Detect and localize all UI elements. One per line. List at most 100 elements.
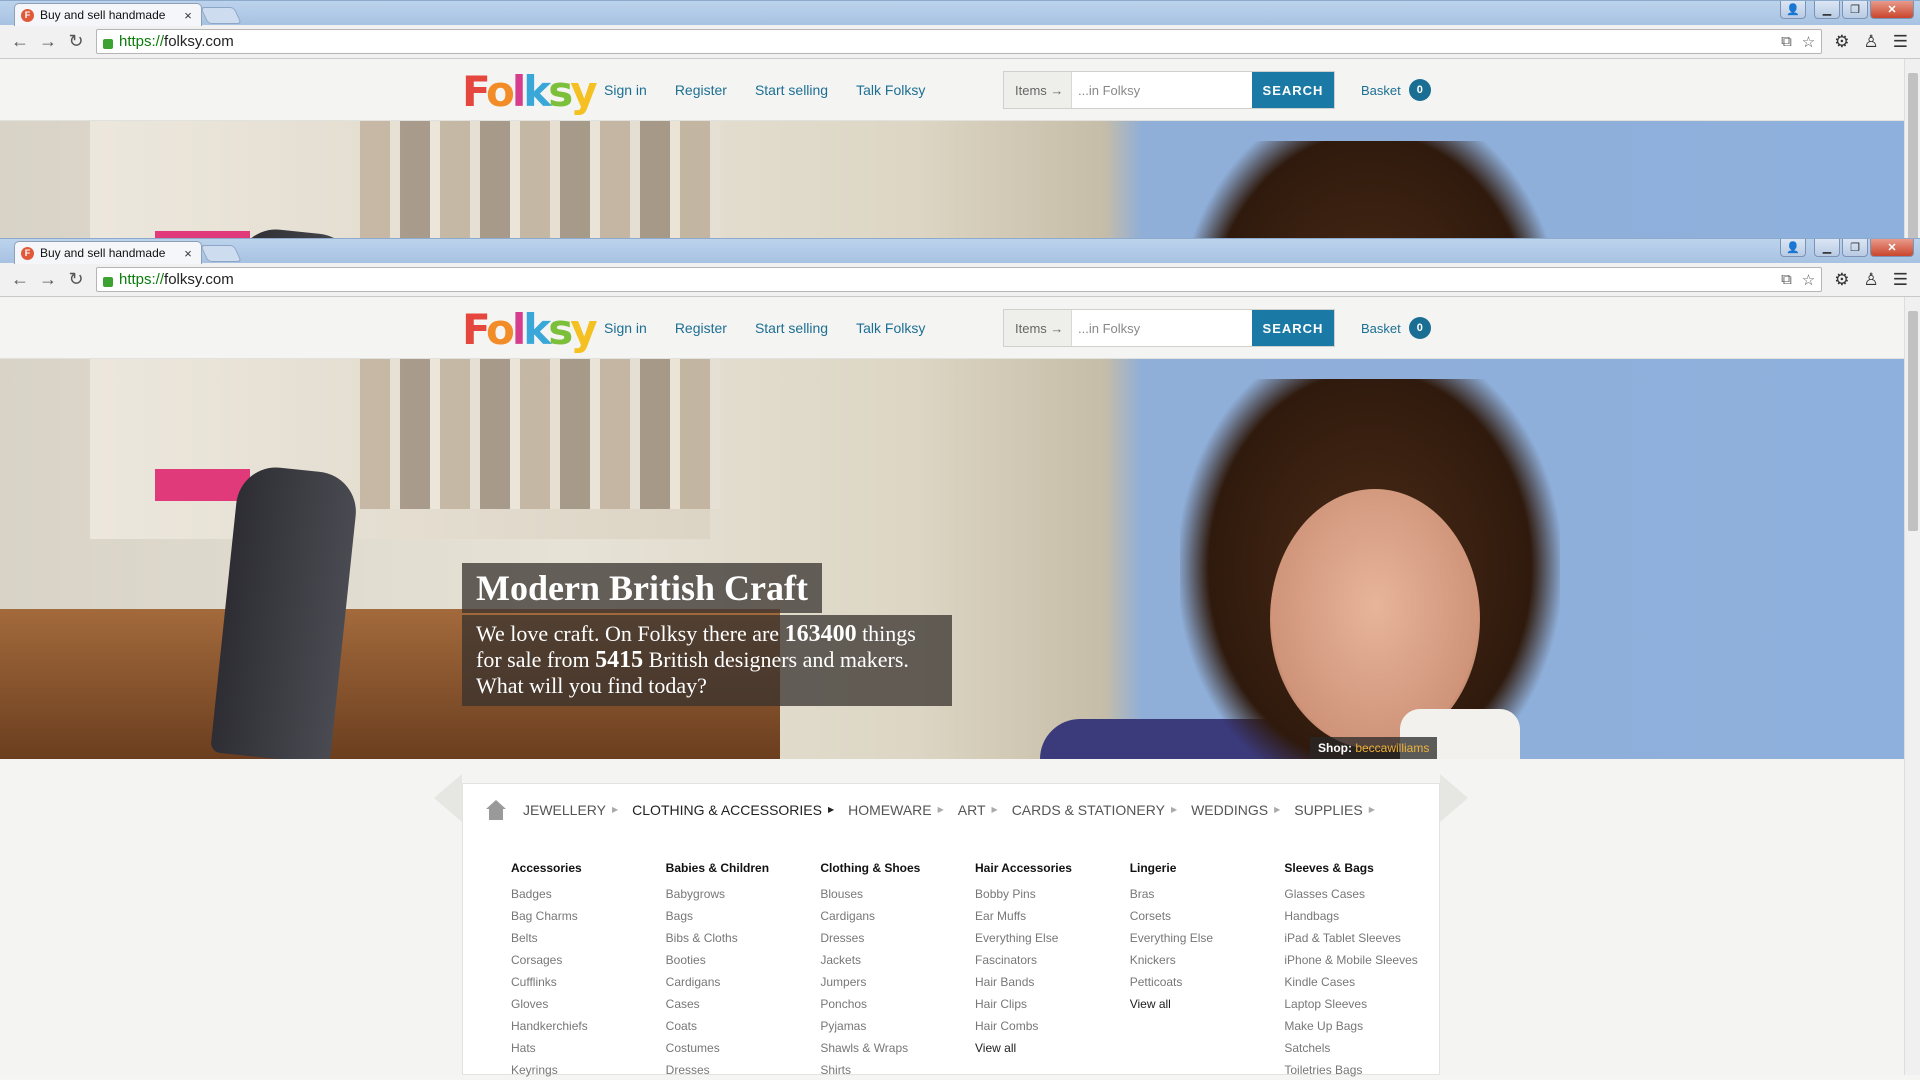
menu-link[interactable]: Cufflinks: [511, 971, 666, 993]
menu-link[interactable]: Kindle Cases: [1284, 971, 1439, 993]
menu-link[interactable]: Bibs & Cloths: [666, 927, 821, 949]
carousel-next-arrow[interactable]: [1440, 774, 1468, 822]
menu-link[interactable]: Handkerchiefs: [511, 1015, 666, 1037]
menu-link[interactable]: Jackets: [820, 949, 975, 971]
category-art[interactable]: ART ▶: [958, 802, 998, 818]
basket-link[interactable]: Basket 0: [1361, 317, 1431, 339]
extension-icon[interactable]: ♙: [1864, 32, 1879, 52]
new-tab-button[interactable]: [200, 7, 242, 24]
search-input[interactable]: ...in Folksy: [1072, 310, 1252, 346]
page-scrollbar[interactable]: [1904, 59, 1920, 238]
menu-link[interactable]: Pyjamas: [820, 1015, 975, 1037]
address-bar[interactable]: https://folksy.com ⧉ ☆: [96, 29, 1823, 54]
category-jewellery[interactable]: JEWELLERY ▶: [523, 802, 618, 818]
category-cards-stationery[interactable]: CARDS & STATIONERY ▶: [1012, 802, 1177, 818]
folksy-logo[interactable]: Folksy: [462, 71, 598, 113]
bookmark-star-icon[interactable]: ☆: [1802, 33, 1815, 51]
menu-link[interactable]: Keyrings: [511, 1059, 666, 1080]
tab-close-icon[interactable]: ×: [181, 8, 195, 23]
sign-in-link[interactable]: Sign in: [604, 320, 647, 336]
back-icon[interactable]: ←: [6, 31, 34, 52]
menu-heading[interactable]: Babies & Children: [666, 861, 821, 875]
menu-link[interactable]: iPhone & Mobile Sleeves: [1284, 952, 1439, 968]
extension-icon[interactable]: ♙: [1864, 270, 1879, 290]
menu-link[interactable]: Cardigans: [820, 905, 975, 927]
menu-link[interactable]: Bag Charms: [511, 905, 666, 927]
category-clothing-accessories[interactable]: CLOTHING & ACCESSORIES ▶: [632, 802, 834, 818]
tab-close-icon[interactable]: ×: [181, 246, 195, 261]
menu-heading[interactable]: Accessories: [511, 861, 666, 875]
new-tab-button[interactable]: [200, 245, 242, 262]
talk-folksy-link[interactable]: Talk Folksy: [856, 320, 925, 336]
menu-link[interactable]: Make Up Bags: [1284, 1015, 1439, 1037]
view-all-link[interactable]: View all: [1130, 993, 1285, 1015]
menu-link[interactable]: Costumes: [666, 1037, 821, 1059]
search-button[interactable]: SEARCH: [1252, 72, 1334, 108]
extension-gear-icon[interactable]: ⚙: [1834, 32, 1849, 52]
menu-link[interactable]: Bras: [1130, 883, 1285, 905]
menu-link[interactable]: Toiletries Bags: [1284, 1059, 1439, 1080]
menu-link[interactable]: Blouses: [820, 883, 975, 905]
translate-icon[interactable]: ⧉: [1781, 33, 1792, 51]
minimize-button[interactable]: ▁: [1814, 1, 1840, 19]
view-all-link[interactable]: View all: [975, 1037, 1130, 1059]
back-icon[interactable]: ←: [6, 269, 34, 290]
menu-link[interactable]: Gloves: [511, 993, 666, 1015]
reload-icon[interactable]: ↻: [62, 31, 90, 52]
start-selling-link[interactable]: Start selling: [755, 320, 828, 336]
menu-link[interactable]: Cardigans: [666, 971, 821, 993]
search-scope-select[interactable]: Items →: [1004, 72, 1072, 108]
menu-link[interactable]: Shawls & Wraps: [820, 1037, 975, 1059]
basket-link[interactable]: Basket 0: [1361, 79, 1431, 101]
minimize-button[interactable]: ▁: [1814, 239, 1840, 257]
maximize-button[interactable]: ❐: [1842, 239, 1868, 257]
menu-link[interactable]: Dresses: [666, 1059, 821, 1080]
menu-link[interactable]: Handbags: [1284, 905, 1439, 927]
start-selling-link[interactable]: Start selling: [755, 82, 828, 98]
menu-link[interactable]: Hair Clips: [975, 993, 1130, 1015]
menu-link[interactable]: Fascinators: [975, 949, 1130, 971]
register-link[interactable]: Register: [675, 82, 727, 98]
search-scope-select[interactable]: Items →: [1004, 310, 1072, 346]
carousel-prev-arrow[interactable]: [434, 774, 462, 822]
menu-icon[interactable]: ☰: [1893, 32, 1908, 52]
menu-link[interactable]: Dresses: [820, 927, 975, 949]
menu-link[interactable]: iPad & Tablet Sleeves: [1284, 927, 1439, 949]
forward-icon[interactable]: →: [34, 269, 62, 290]
menu-link[interactable]: Ponchos: [820, 993, 975, 1015]
menu-link[interactable]: Bobby Pins: [975, 883, 1130, 905]
menu-heading[interactable]: Lingerie: [1130, 861, 1285, 875]
register-link[interactable]: Register: [675, 320, 727, 336]
category-homeware[interactable]: HOMEWARE ▶: [848, 802, 944, 818]
menu-link[interactable]: Babygrows: [666, 883, 821, 905]
menu-link[interactable]: Hair Bands: [975, 971, 1130, 993]
menu-link[interactable]: Hair Combs: [975, 1015, 1130, 1037]
bookmark-star-icon[interactable]: ☆: [1802, 271, 1815, 289]
menu-link[interactable]: Booties: [666, 949, 821, 971]
menu-link[interactable]: Belts: [511, 927, 666, 949]
address-bar[interactable]: https://folksy.com ⧉ ☆: [96, 267, 1823, 292]
home-icon[interactable]: [485, 799, 507, 820]
menu-link[interactable]: Jumpers: [820, 971, 975, 993]
menu-link[interactable]: Coats: [666, 1015, 821, 1037]
sign-in-link[interactable]: Sign in: [604, 82, 647, 98]
browser-tab[interactable]: F Buy and sell handmade ×: [14, 241, 202, 264]
menu-heading[interactable]: Clothing & Shoes: [820, 861, 975, 875]
page-scrollbar[interactable]: [1904, 297, 1920, 1075]
folksy-logo[interactable]: Folksy: [462, 309, 598, 351]
forward-icon[interactable]: →: [34, 31, 62, 52]
menu-link[interactable]: Glasses Cases: [1284, 883, 1439, 905]
menu-heading[interactable]: Sleeves & Bags: [1284, 861, 1439, 875]
menu-link[interactable]: Satchels: [1284, 1037, 1439, 1059]
menu-link[interactable]: Ear Muffs: [975, 905, 1130, 927]
shop-credit-link[interactable]: beccawilliams: [1355, 741, 1429, 755]
search-input[interactable]: ...in Folksy: [1072, 72, 1252, 108]
menu-link[interactable]: Badges: [511, 883, 666, 905]
menu-link[interactable]: Everything Else: [1130, 927, 1285, 949]
menu-link[interactable]: Hats: [511, 1037, 666, 1059]
maximize-button[interactable]: ❐: [1842, 1, 1868, 19]
translate-icon[interactable]: ⧉: [1781, 271, 1792, 289]
menu-heading[interactable]: Hair Accessories: [975, 861, 1130, 875]
reload-icon[interactable]: ↻: [62, 269, 90, 290]
talk-folksy-link[interactable]: Talk Folksy: [856, 82, 925, 98]
